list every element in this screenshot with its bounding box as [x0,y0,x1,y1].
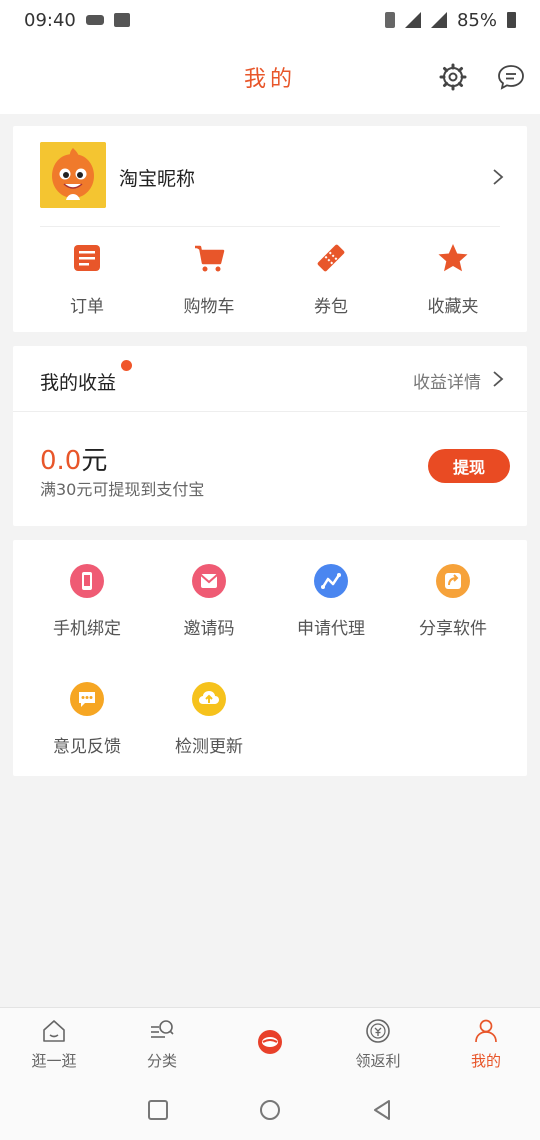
home-icon [43,1020,65,1042]
invite-icon [192,564,226,598]
order-icon [74,245,100,271]
earnings-amount: 0.0元 [40,440,107,477]
bottom-tab-bar: 逛一逛 分类 领返利 我的 [0,1007,540,1083]
divider [13,411,527,412]
profile-icon [475,1019,497,1043]
tool-label: 意见反馈 [53,737,121,757]
shortcut-cart[interactable]: 购物车 [148,242,270,317]
signal-4g-icon [404,12,421,28]
tab-browse[interactable]: 逛一逛 [0,1008,108,1083]
shortcut-label: 收藏夹 [427,297,479,317]
update-icon [192,682,226,716]
earnings-title: 我的收益 [40,372,117,394]
tool-label: 手机绑定 [53,619,121,639]
avatar[interactable] [40,142,106,208]
tool-label: 邀请码 [183,619,235,639]
page-title: 我的 [243,67,296,92]
tab-category[interactable]: 分类 [108,1008,216,1083]
star-icon [438,244,468,272]
tool-check-update[interactable]: 检测更新 [148,682,270,757]
tab-label: 逛一逛 [31,1052,77,1070]
tool-phone-binding[interactable]: 手机绑定 [26,564,148,639]
game-controller-icon [85,15,104,25]
shortcut-label: 订单 [70,297,104,317]
withdraw-note: 满30元可提现到支付宝 [40,480,205,499]
shortcut-favorites[interactable]: 收藏夹 [392,242,514,317]
earnings-detail-link[interactable]: 收益详情 [413,368,481,393]
message-icon[interactable] [496,62,526,92]
status-bar: 09:40 85% [0,0,540,40]
divider [40,226,500,227]
tool-label: 申请代理 [297,619,365,639]
tab-label: 领返利 [355,1052,401,1070]
coupon-icon [317,244,345,272]
page-header: 我的 [0,40,540,114]
feedback-icon [70,682,104,716]
tool-apply-agent[interactable]: 申请代理 [270,564,392,639]
image-icon [113,13,130,27]
tool-feedback[interactable]: 意见反馈 [26,682,148,757]
system-nav-bar [0,1083,540,1140]
tool-share-app[interactable]: 分享软件 [392,564,514,639]
shortcut-coupons[interactable]: 券包 [270,242,392,317]
tab-mine[interactable]: 我的 [432,1008,540,1083]
chevron-right-icon[interactable] [489,168,507,186]
profile-card: 淘宝昵称 订单 购物车 券包 收藏夹 [13,126,527,332]
earnings-card: 我的收益 收益详情 0.0元 满30元可提现到支付宝 提现 [13,346,527,526]
cart-icon [195,245,225,272]
vibrate-icon [384,12,395,28]
home-button-icon[interactable] [258,1098,282,1122]
agent-icon [314,564,348,598]
center-logo-icon [258,1030,282,1054]
shortcut-label: 购物车 [183,297,235,317]
back-icon[interactable] [370,1098,394,1122]
shortcut-orders[interactable]: 订单 [26,242,148,317]
notification-dot [121,360,132,371]
battery-icon [507,12,516,28]
tools-card: 手机绑定 邀请码 申请代理 分享软件 意见反馈 检测更新 [13,540,527,776]
tool-invite-code[interactable]: 邀请码 [148,564,270,639]
tab-label: 分类 [146,1052,177,1070]
signal-icon [430,12,447,28]
tool-label: 检测更新 [175,737,243,757]
tab-rebate[interactable]: 领返利 [324,1008,432,1083]
shortcut-row: 订单 购物车 券包 收藏夹 [13,242,527,317]
amount-value: 0.0 [40,446,82,476]
share-icon [436,564,470,598]
tab-label: 我的 [470,1052,501,1070]
category-icon [151,1020,174,1038]
phone-icon [70,564,104,598]
status-time: 09:40 [24,9,76,31]
tool-label: 分享软件 [419,619,487,639]
nickname-label[interactable]: 淘宝昵称 [119,164,195,191]
withdraw-button[interactable]: 提现 [428,449,510,483]
battery-percent: 85% [456,9,497,31]
settings-gear-icon[interactable] [438,62,468,92]
rebate-icon [366,1019,390,1043]
amount-unit: 元 [81,446,108,476]
recent-apps-icon[interactable] [146,1098,170,1122]
tab-center-logo[interactable] [216,1008,324,1083]
shortcut-label: 券包 [314,297,348,317]
chevron-right-icon[interactable] [489,370,507,388]
